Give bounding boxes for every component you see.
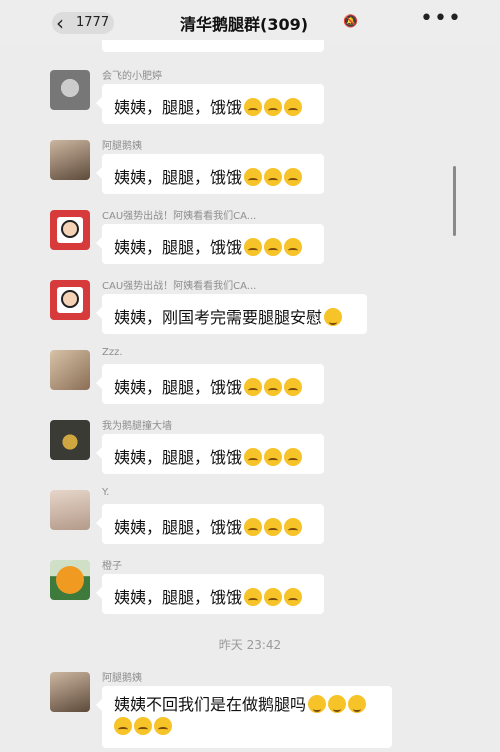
previous-message-bubble [102,40,324,52]
angry-emoji-icon [264,98,283,116]
angry-emoji-icon [134,717,152,735]
sender-name: 阿腿鹅姨 [102,673,142,684]
angry-emoji-icon [244,448,263,466]
message-row: Y. 姨姨，腿腿，饿饿 [0,487,500,560]
avatar[interactable] [50,672,90,712]
angry-emoji-icon [264,518,283,536]
angry-emoji-icon [264,238,283,256]
more-options-button[interactable]: ••• [420,6,462,31]
message-text: 姨姨，腿腿，饿饿 [114,238,243,257]
message-text: 姨姨，腿腿，饿饿 [114,98,243,117]
angry-emoji-icon [264,448,283,466]
message-text: 姨姨，腿腿，饿饿 [114,378,243,397]
angry-emoji-icon [244,238,263,256]
angry-emoji-icon [284,98,303,116]
message-bubble[interactable]: 姨姨，刚国考完需要腿腿安慰 [96,294,367,334]
angry-emoji-icon [154,717,172,735]
sender-name: 阿腿鹅姨 [102,141,142,152]
sender-name: 橙子 [102,561,122,572]
angry-emoji-icon [244,518,263,536]
angry-emoji-icon [244,378,263,396]
message-row: 橙子 姨姨，腿腿，饿饿 [0,560,500,630]
sob-emoji-icon [324,308,343,326]
unread-count: 1777 [76,15,110,30]
sender-name: CAU强势出战！阿姨看看我们CA... [102,211,257,222]
message-bubble[interactable]: 姨姨，腿腿，饿饿 [96,224,324,264]
message-bubble[interactable]: 姨姨，腿腿，饿饿 [96,84,324,124]
sad-emoji-icon [348,695,367,713]
message-row: 阿腿鹅姨 姨姨，腿腿，饿饿 [0,140,500,210]
back-button[interactable]: ‹ 1777 [52,11,114,35]
message-text: 姨姨，腿腿，饿饿 [114,518,243,537]
avatar[interactable] [50,350,90,390]
sender-name: Y. [102,487,110,498]
message-text: 姨姨不回我们是在做鹅腿吗 [114,695,307,714]
angry-emoji-icon [284,378,303,396]
sender-name: CAU强势出战！阿姨看看我们CA... [102,281,257,292]
angry-emoji-icon [264,378,283,396]
angry-emoji-icon [284,588,303,606]
timestamp: 昨天 23:42 [218,638,282,652]
angry-emoji-icon [244,168,263,186]
avatar[interactable] [50,210,90,250]
message-bubble[interactable]: 姨姨，腿腿，饿饿 [96,504,324,544]
message-row: CAU强势出战！阿姨看看我们CA... 姨姨，刚国考完需要腿腿安慰 [0,280,500,350]
message-text: 姨姨，腿腿，饿饿 [114,588,243,607]
angry-emoji-icon [264,168,283,186]
mute-bell-icon: 🔕 [343,14,358,28]
message-bubble[interactable]: 姨姨，腿腿，饿饿 [96,154,324,194]
group-title: 清华鹅腿群(309) [180,15,309,34]
sender-name: 我为鹅腿撞大墙 [102,421,172,432]
message-row: 我为鹅腿撞大墙 姨姨，腿腿，饿饿 [0,420,500,490]
angry-emoji-icon [244,588,263,606]
angry-emoji-icon [284,168,303,186]
angry-emoji-icon [284,448,303,466]
message-text: 姨姨，刚国考完需要腿腿安慰 [114,308,323,327]
message-bubble[interactable]: 姨姨不回我们是在做鹅腿吗 [96,686,392,748]
angry-emoji-icon [284,238,303,256]
chat-header: ‹ 1777 清华鹅腿群(309) 🔕 ••• [0,0,500,44]
message-row: CAU强势出战！阿姨看看我们CA... 姨姨，腿腿，饿饿 [0,210,500,280]
angry-emoji-icon [264,588,283,606]
sender-name: Zzz. [102,347,123,358]
avatar[interactable] [50,70,90,110]
angry-emoji-icon [244,98,263,116]
message-row: Zzz. 姨姨，腿腿，饿饿 [0,347,500,420]
avatar[interactable] [50,140,90,180]
angry-emoji-icon [114,717,132,735]
sad-emoji-icon [328,695,347,713]
sad-emoji-icon [308,695,327,713]
message-row: 会飞的小肥婷 姨姨，腿腿，饿饿 [0,70,500,140]
avatar[interactable] [50,490,90,530]
message-text: 姨姨，腿腿，饿饿 [114,168,243,187]
avatar[interactable] [50,560,90,600]
message-text: 姨姨，腿腿，饿饿 [114,448,243,467]
chevron-left-icon: ‹ [56,11,64,35]
message-bubble[interactable]: 姨姨，腿腿，饿饿 [96,434,324,474]
avatar[interactable] [50,280,90,320]
sender-name: 会飞的小肥婷 [102,71,162,82]
angry-emoji-icon [284,518,303,536]
avatar[interactable] [50,420,90,460]
message-row: 阿腿鹅姨 姨姨不回我们是在做鹅腿吗 [0,672,500,752]
message-bubble[interactable]: 姨姨，腿腿，饿饿 [96,364,324,404]
message-bubble[interactable]: 姨姨，腿腿，饿饿 [96,574,324,614]
